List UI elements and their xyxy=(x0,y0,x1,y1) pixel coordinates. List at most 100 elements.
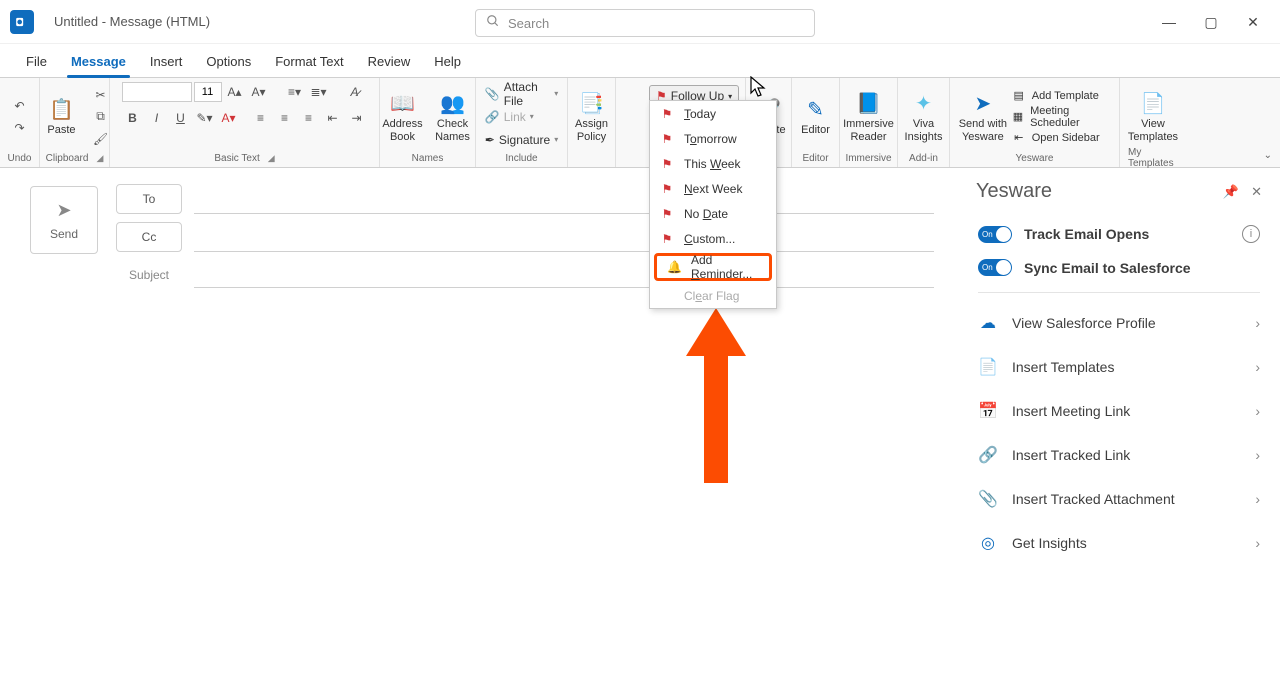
to-input[interactable] xyxy=(194,184,934,214)
basictext-launcher[interactable]: ◢ xyxy=(268,153,275,164)
highlight-button[interactable]: ✎▾ xyxy=(194,108,216,128)
sidebar-icon: ⇤ xyxy=(1012,131,1026,144)
info-icon[interactable]: i xyxy=(1242,225,1260,243)
bold-button[interactable]: B xyxy=(122,108,144,128)
tab-options[interactable]: Options xyxy=(194,46,263,77)
tab-insert[interactable]: Insert xyxy=(138,46,195,77)
insert-tracked-link-label: Insert Tracked Link xyxy=(1012,447,1130,463)
link-button[interactable]: 🔗Link▾ xyxy=(481,107,562,127)
viva-insights-button[interactable]: ✦ Viva Insights xyxy=(901,84,947,150)
editor-button[interactable]: ✎ Editor xyxy=(796,84,836,150)
view-templates-button[interactable]: 📄 View Templates xyxy=(1124,84,1182,150)
format-painter-button[interactable]: 🖌 xyxy=(90,129,112,149)
tab-message[interactable]: Message xyxy=(59,46,138,77)
numbering-button[interactable]: ≣▾ xyxy=(308,82,330,102)
check-names-icon: 👥 xyxy=(440,90,465,118)
redo-button[interactable]: ↷ xyxy=(9,118,31,138)
yesware-title: Yesware xyxy=(976,180,1052,203)
collapse-ribbon-button[interactable]: ⌄ xyxy=(1264,150,1272,161)
view-salesforce-profile-button[interactable]: ☁View Salesforce Profile› xyxy=(968,301,1270,345)
tab-file[interactable]: File xyxy=(14,46,59,77)
sync-salesforce-toggle[interactable]: On xyxy=(978,259,1012,276)
toggle-on-label: On xyxy=(982,263,993,272)
close-icon[interactable]: ✕ xyxy=(1251,184,1262,200)
send-button[interactable]: ➤ Send xyxy=(30,186,98,254)
policy-icon: 📑 xyxy=(579,90,604,118)
chevron-right-icon: › xyxy=(1255,403,1260,419)
insert-meeting-link-button[interactable]: 📅 Insert Meeting Link › xyxy=(968,389,1270,433)
meeting-scheduler-button[interactable]: ▦Meeting Scheduler xyxy=(1012,107,1111,127)
tab-help[interactable]: Help xyxy=(422,46,473,77)
immersive-reader-button[interactable]: 📘 Immersive Reader xyxy=(843,84,895,150)
undo-button[interactable]: ↶ xyxy=(9,96,31,116)
template-icon: ▤ xyxy=(1012,89,1026,102)
group-undo-label: Undo xyxy=(8,151,32,165)
cc-input[interactable] xyxy=(194,222,934,252)
bullets-button[interactable]: ≡▾ xyxy=(284,82,306,102)
cc-button[interactable]: Cc xyxy=(116,222,182,252)
view-templates-label: View Templates xyxy=(1124,118,1182,142)
align-left-button[interactable]: ≡ xyxy=(250,108,272,128)
to-button[interactable]: To xyxy=(116,184,182,214)
minimize-button[interactable]: ― xyxy=(1148,7,1190,37)
menu-this-week[interactable]: ⚑This Week xyxy=(650,151,776,176)
italic-button[interactable]: I xyxy=(146,108,168,128)
window-title: Untitled - Message (HTML) xyxy=(54,14,210,29)
clear-format-button[interactable]: A̷ xyxy=(344,82,366,102)
open-sidebar-button[interactable]: ⇤Open Sidebar xyxy=(1012,128,1111,148)
close-button[interactable]: ✕ xyxy=(1232,7,1274,37)
indent-increase-button[interactable]: ⇥ xyxy=(346,108,368,128)
clipboard-launcher[interactable]: ◢ xyxy=(96,153,103,164)
tab-review[interactable]: Review xyxy=(356,46,423,77)
insert-tracked-attachment-button[interactable]: 📎Insert Tracked Attachment› xyxy=(968,477,1270,521)
paste-button[interactable]: 📋 Paste xyxy=(38,84,86,150)
signature-button[interactable]: ✒Signature▾ xyxy=(481,130,562,150)
yesware-pane: Yesware 📌 ✕ On Track Email Opens i On Sy… xyxy=(968,170,1270,690)
menu-next-week[interactable]: ⚑Next Week xyxy=(650,176,776,201)
grow-font-button[interactable]: A▴ xyxy=(224,82,246,102)
message-body[interactable] xyxy=(30,310,958,690)
menu-no-date[interactable]: ⚑No Date xyxy=(650,201,776,226)
get-insights-button[interactable]: ◎Get Insights› xyxy=(968,521,1270,565)
track-opens-toggle[interactable]: On xyxy=(978,226,1012,243)
align-center-button[interactable]: ≡ xyxy=(274,108,296,128)
tab-format-text[interactable]: Format Text xyxy=(263,46,355,77)
menu-custom[interactable]: ⚑Custom... xyxy=(650,226,776,251)
cut-button[interactable]: ✂ xyxy=(90,85,112,105)
menu-add-reminder[interactable]: 🔔Add Reminder... xyxy=(657,256,769,278)
underline-button[interactable]: U xyxy=(170,108,192,128)
copy-button[interactable]: ⧉ xyxy=(90,107,112,127)
pin-icon[interactable]: 📌 xyxy=(1223,184,1239,200)
address-book-button[interactable]: 📖 Address Book xyxy=(380,84,426,150)
font-size-input[interactable] xyxy=(194,82,222,102)
font-color-button[interactable]: A▾ xyxy=(218,108,240,128)
insert-templates-button[interactable]: 📄Insert Templates› xyxy=(968,345,1270,389)
attach-file-button[interactable]: 📎Attach File▾ xyxy=(481,84,562,104)
maximize-button[interactable]: ▢ xyxy=(1190,7,1232,37)
paperclip-icon: 📎 xyxy=(978,489,998,509)
subject-input[interactable] xyxy=(194,262,934,288)
annotation-arrow-icon xyxy=(686,308,746,488)
insert-tracked-link-button[interactable]: 🔗Insert Tracked Link› xyxy=(968,433,1270,477)
menu-today[interactable]: ⚑Today xyxy=(650,101,776,126)
calendar-icon: 📅 xyxy=(978,401,998,421)
insert-meeting-label: Insert Meeting Link xyxy=(1012,403,1130,419)
bell-icon: 🔔 xyxy=(667,260,681,274)
search-placeholder: Search xyxy=(508,16,549,31)
send-label: Send xyxy=(50,227,78,241)
menu-tomorrow[interactable]: ⚑Tomorrow xyxy=(650,126,776,151)
shrink-font-button[interactable]: A▾ xyxy=(248,82,270,102)
paperclip-icon: 📎 xyxy=(485,87,500,101)
align-right-button[interactable]: ≡ xyxy=(298,108,320,128)
check-names-button[interactable]: 👥 Check Names xyxy=(430,84,476,150)
indent-decrease-button[interactable]: ⇤ xyxy=(322,108,344,128)
get-insights-label: Get Insights xyxy=(1012,535,1087,551)
document-icon: 📄 xyxy=(978,357,998,377)
assign-policy-button[interactable]: 📑 Assign Policy xyxy=(570,84,614,150)
group-mytemplates-label: My Templates xyxy=(1128,151,1178,165)
font-name-input[interactable] xyxy=(122,82,192,102)
editor-icon: ✎ xyxy=(807,96,824,124)
search-input[interactable]: Search xyxy=(475,9,815,37)
send-with-yesware-button[interactable]: ➤ Send with Yesware xyxy=(958,84,1008,150)
add-template-button[interactable]: ▤Add Template xyxy=(1012,86,1111,106)
